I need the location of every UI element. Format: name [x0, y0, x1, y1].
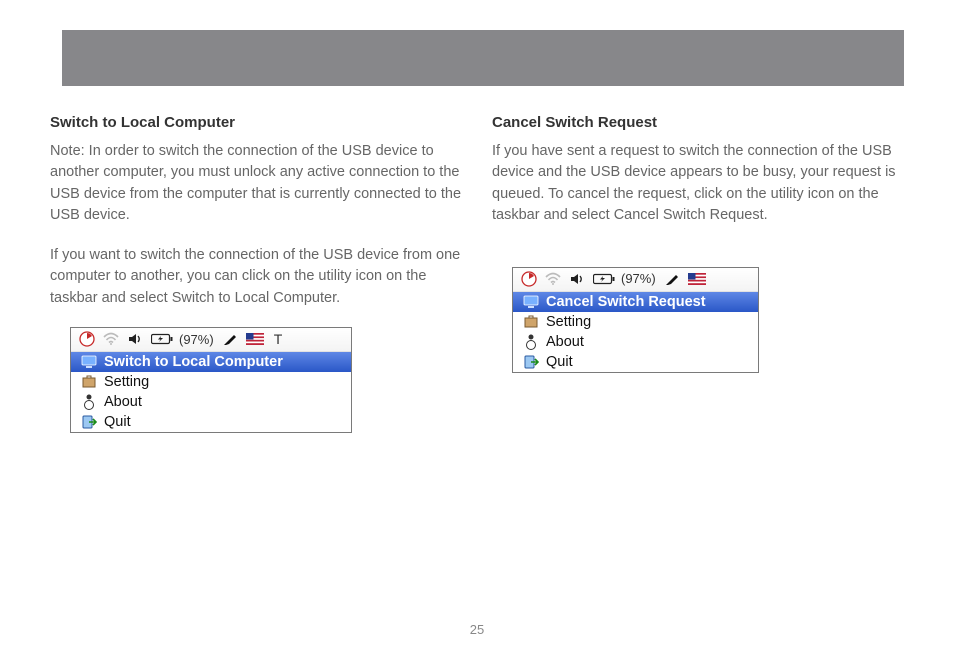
- menu-item-label: Quit: [104, 414, 131, 430]
- dropdown-menu: Switch to Local Computer Setting About: [71, 352, 351, 432]
- left-paragraph-1: Note: In order to switch the connection …: [50, 141, 462, 227]
- menu-item-about[interactable]: About: [513, 332, 758, 352]
- left-heading: Switch to Local Computer: [50, 114, 462, 131]
- about-icon: [523, 334, 539, 350]
- header-bar: [62, 30, 904, 86]
- mac-menubar: (97%) T: [71, 328, 351, 352]
- wifi-icon[interactable]: [545, 272, 561, 286]
- two-column-layout: Switch to Local Computer Note: In order …: [50, 114, 904, 433]
- volume-icon[interactable]: [569, 272, 585, 286]
- menu-item-about[interactable]: About: [71, 392, 351, 412]
- menu-item-setting[interactable]: Setting: [513, 312, 758, 332]
- battery-percent: (97%): [621, 271, 656, 286]
- page-number: 25: [0, 622, 954, 637]
- left-paragraph-2: If you want to switch the connection of …: [50, 245, 462, 309]
- menu-item-cancel-switch[interactable]: Cancel Switch Request: [513, 292, 758, 312]
- menu-item-label: Cancel Switch Request: [546, 294, 706, 310]
- setting-icon: [523, 314, 539, 330]
- menu-item-label: About: [104, 394, 142, 410]
- volume-icon[interactable]: [127, 332, 143, 346]
- screenshot-switch-local: (97%) T Switch to Local Computer: [70, 327, 352, 433]
- ink-icon[interactable]: [664, 271, 680, 287]
- computer-icon: [81, 354, 97, 370]
- menu-item-label: Switch to Local Computer: [104, 354, 283, 370]
- left-column: Switch to Local Computer Note: In order …: [50, 114, 462, 433]
- menu-item-label: About: [546, 334, 584, 350]
- menu-item-switch-local[interactable]: Switch to Local Computer: [71, 352, 351, 372]
- ink-icon[interactable]: [222, 331, 238, 347]
- app-tray-icon[interactable]: [79, 331, 95, 347]
- battery-icon[interactable]: [593, 273, 615, 285]
- screenshot-cancel-request: (97%) Cancel Switch Request: [512, 267, 759, 373]
- menu-item-label: Setting: [546, 314, 591, 330]
- menu-item-quit[interactable]: Quit: [513, 352, 758, 372]
- battery-icon[interactable]: [151, 333, 173, 345]
- wifi-icon[interactable]: [103, 332, 119, 346]
- setting-icon: [81, 374, 97, 390]
- text-input-indicator: T: [274, 331, 283, 347]
- right-paragraph-1: If you have sent a request to switch the…: [492, 141, 904, 227]
- right-heading: Cancel Switch Request: [492, 114, 904, 131]
- about-icon: [81, 394, 97, 410]
- menu-item-label: Setting: [104, 374, 149, 390]
- right-column: Cancel Switch Request If you have sent a…: [492, 114, 904, 433]
- mac-menubar: (97%): [513, 268, 758, 292]
- battery-percent: (97%): [179, 332, 214, 347]
- menu-item-label: Quit: [546, 354, 573, 370]
- computer-icon: [523, 294, 539, 310]
- us-flag-icon[interactable]: [688, 273, 706, 285]
- menu-item-setting[interactable]: Setting: [71, 372, 351, 392]
- quit-icon: [81, 414, 97, 430]
- document-page: Switch to Local Computer Note: In order …: [0, 0, 954, 665]
- us-flag-icon[interactable]: [246, 333, 264, 345]
- menu-item-quit[interactable]: Quit: [71, 412, 351, 432]
- quit-icon: [523, 354, 539, 370]
- app-tray-icon[interactable]: [521, 271, 537, 287]
- dropdown-menu: Cancel Switch Request Setting About: [513, 292, 758, 372]
